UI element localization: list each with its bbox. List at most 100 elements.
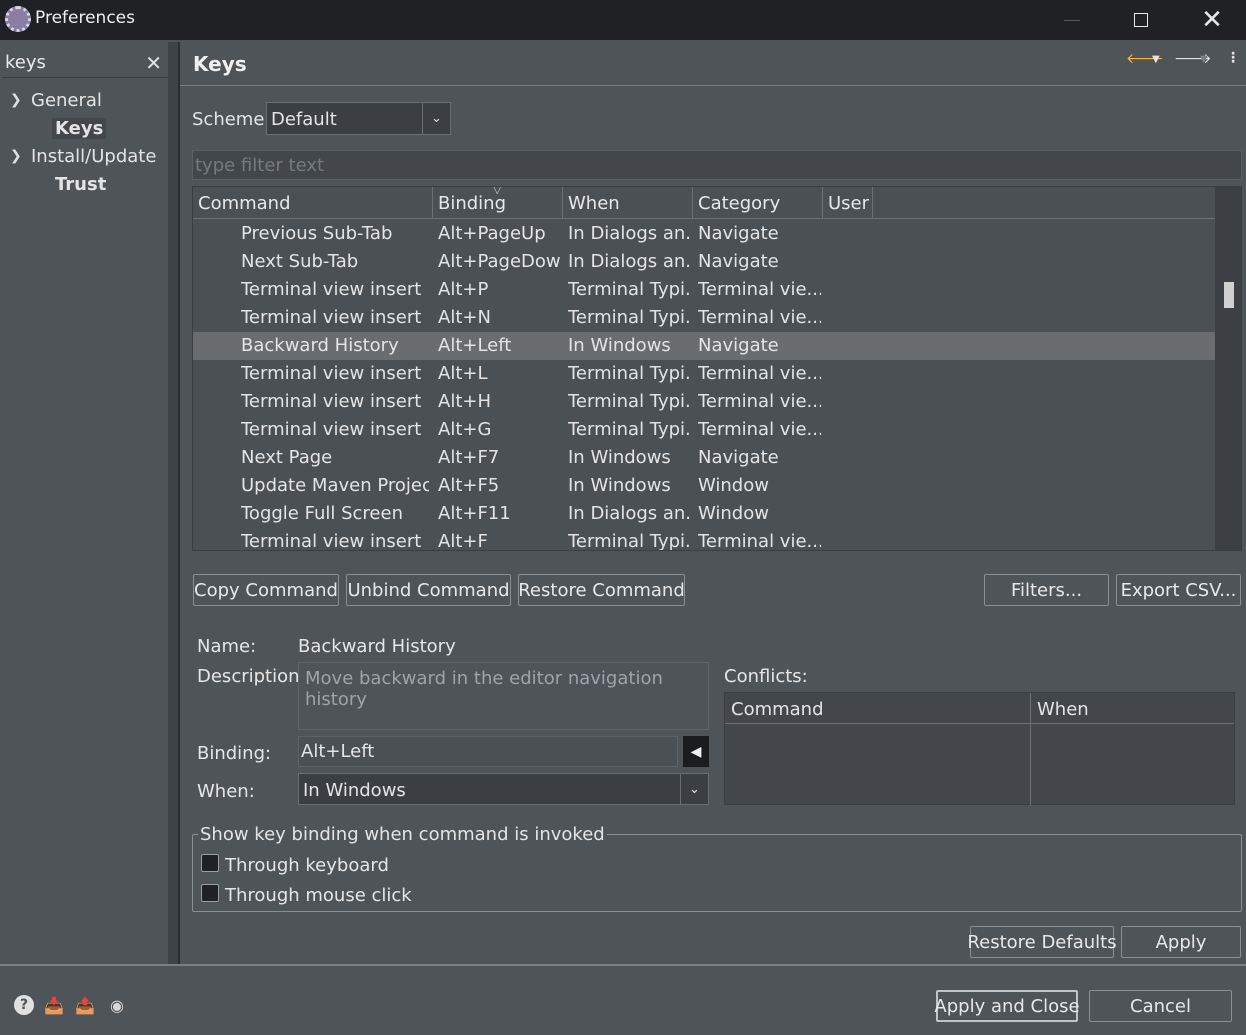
- cell-category: Navigate: [698, 251, 779, 272]
- scheme-select[interactable]: Default ⌄: [266, 102, 451, 135]
- export-icon[interactable]: 📤: [75, 995, 95, 1015]
- close-icon: ✕: [1201, 5, 1223, 35]
- table-header: Command Binding ▽ When Category User: [193, 187, 1215, 219]
- conflicts-column-command[interactable]: Command: [725, 693, 1030, 724]
- cell-category: Navigate: [698, 223, 779, 244]
- clear-search-icon[interactable]: ✕: [145, 51, 162, 75]
- through-mouse-checkbox[interactable]: [201, 884, 219, 902]
- when-select[interactable]: In Windows ⌄: [298, 773, 709, 805]
- cell-when: Terminal Typi...: [568, 307, 691, 328]
- table-scrollbar[interactable]: [1215, 187, 1241, 550]
- description-value: Move backward in the editor navigation h…: [305, 668, 663, 710]
- cell-category: Window: [698, 475, 769, 496]
- name-value: Backward History: [298, 636, 456, 657]
- cell-category: Terminal vie...: [698, 363, 821, 384]
- table-row-selected[interactable]: Backward History Alt+Left In Windows Nav…: [193, 332, 1215, 360]
- view-menu-icon[interactable]: ⋮: [1226, 50, 1240, 66]
- tree-search-input[interactable]: keys ✕: [2, 50, 168, 78]
- cell-command: Backward History: [241, 335, 399, 356]
- sash-divider[interactable]: [178, 42, 180, 964]
- cell-when: In Dialogs an...: [568, 503, 691, 524]
- table-row[interactable]: Next Page Alt+F7 In Windows Navigate: [193, 444, 1215, 472]
- cell-when: In Windows: [568, 475, 671, 496]
- tree-item-keys[interactable]: Keys: [52, 118, 107, 139]
- filters-button[interactable]: Filters...: [984, 574, 1109, 606]
- table-row[interactable]: Update Maven Project Alt+F5 In Windows W…: [193, 472, 1215, 500]
- column-header-when[interactable]: When: [563, 187, 693, 218]
- cell-command: Next Page: [241, 447, 333, 468]
- chevron-down-icon[interactable]: ⌄: [422, 103, 450, 134]
- through-keyboard-checkbox[interactable]: [201, 854, 219, 872]
- through-keyboard-label[interactable]: Through keyboard: [225, 855, 389, 876]
- export-csv-button[interactable]: Export CSV...: [1116, 574, 1241, 606]
- filter-input[interactable]: [193, 151, 1241, 179]
- window-title: Preferences: [35, 8, 135, 28]
- cell-when: In Windows: [568, 447, 671, 468]
- show-binding-legend: Show key binding when command is invoked: [198, 824, 607, 845]
- table-row[interactable]: Terminal view insert Alt+G Terminal Typi…: [193, 416, 1215, 444]
- table-row[interactable]: Terminal view insert Alt+F Terminal Typi…: [193, 528, 1215, 551]
- table-row[interactable]: Toggle Full Screen Alt+F11 In Dialogs an…: [193, 500, 1215, 528]
- through-mouse-label[interactable]: Through mouse click: [225, 885, 412, 906]
- minimize-button[interactable]: [1037, 0, 1107, 40]
- preference-recorder-icon[interactable]: ◉: [107, 995, 127, 1015]
- cell-when: In Windows: [568, 335, 671, 356]
- column-header-user[interactable]: User: [823, 187, 873, 218]
- cancel-button[interactable]: Cancel: [1089, 990, 1232, 1022]
- close-button[interactable]: ✕: [1177, 0, 1246, 40]
- apply-button[interactable]: Apply: [1121, 926, 1241, 958]
- chevron-down-icon[interactable]: ⌄: [680, 774, 708, 804]
- column-header-category[interactable]: Category: [693, 187, 823, 218]
- forward-history-dropdown-icon[interactable]: ▼: [1200, 54, 1208, 65]
- cell-binding: Alt+Left: [438, 335, 512, 356]
- maximize-icon: [1134, 13, 1148, 27]
- tree-search-value: keys: [5, 52, 46, 73]
- restore-command-button[interactable]: Restore Command: [518, 574, 685, 606]
- apply-and-close-button[interactable]: Apply and Close: [934, 990, 1080, 1022]
- cell-when: Terminal Typi...: [568, 419, 691, 440]
- unbind-command-button[interactable]: Unbind Command: [346, 574, 511, 606]
- filter-field[interactable]: [192, 150, 1242, 180]
- copy-command-button[interactable]: Copy Command: [193, 574, 339, 606]
- description-field: Move backward in the editor navigation h…: [298, 662, 709, 730]
- back-history-dropdown-icon[interactable]: ▼: [1152, 54, 1160, 65]
- cell-binding: Alt+P: [438, 279, 489, 300]
- scrollbar-thumb[interactable]: [1224, 282, 1234, 308]
- column-header-command[interactable]: Command: [193, 187, 433, 218]
- table-row[interactable]: Next Sub-Tab Alt+PageDown In Dialogs an.…: [193, 248, 1215, 276]
- cell-command: Terminal view insert: [241, 279, 422, 300]
- restore-defaults-button[interactable]: Restore Defaults: [967, 926, 1117, 958]
- cell-category: Terminal vie...: [698, 531, 821, 551]
- cell-command: Terminal view insert: [241, 307, 422, 328]
- table-row[interactable]: Terminal view insert Alt+L Terminal Typi…: [193, 360, 1215, 388]
- binding-menu-button[interactable]: ◀: [683, 736, 709, 767]
- sort-indicator-icon: ▽: [493, 186, 502, 196]
- table-row[interactable]: Terminal view insert Alt+H Terminal Typi…: [193, 388, 1215, 416]
- chevron-down-icon[interactable]: ❯: [10, 92, 22, 108]
- tree-item-general[interactable]: General: [31, 90, 102, 111]
- tree-item-install-update[interactable]: Install/Update: [31, 146, 156, 167]
- conflicts-column-when[interactable]: When: [1031, 693, 1234, 724]
- cell-command: Update Maven Project: [241, 475, 429, 496]
- table-row[interactable]: Terminal view insert Alt+N Terminal Typi…: [193, 304, 1215, 332]
- cell-when: Terminal Typi...: [568, 279, 691, 300]
- table-row[interactable]: Previous Sub-Tab Alt+PageUp In Dialogs a…: [193, 220, 1215, 248]
- cell-command: Next Sub-Tab: [241, 251, 359, 272]
- keys-table[interactable]: Command Binding ▽ When Category User Pre…: [192, 186, 1242, 551]
- when-label: When:: [197, 781, 255, 802]
- tree-item-trust[interactable]: Trust: [55, 174, 106, 195]
- table-row[interactable]: Terminal view insert Alt+P Terminal Typi…: [193, 276, 1215, 304]
- chevron-down-icon[interactable]: ❯: [10, 148, 22, 164]
- conflicts-label: Conflicts:: [724, 666, 808, 687]
- import-icon[interactable]: 📥: [44, 995, 64, 1015]
- cell-when: Terminal Typi...: [568, 363, 691, 384]
- cell-binding: Alt+F11: [438, 503, 511, 524]
- column-divider: [1030, 693, 1031, 806]
- help-icon[interactable]: ?: [14, 995, 34, 1015]
- maximize-button[interactable]: [1106, 0, 1176, 40]
- conflicts-table[interactable]: Command When: [724, 692, 1235, 806]
- page-title: Keys: [193, 52, 247, 76]
- cell-category: Navigate: [698, 335, 779, 356]
- cell-binding: Alt+F: [438, 531, 488, 551]
- binding-input[interactable]: Alt+Left: [298, 736, 678, 767]
